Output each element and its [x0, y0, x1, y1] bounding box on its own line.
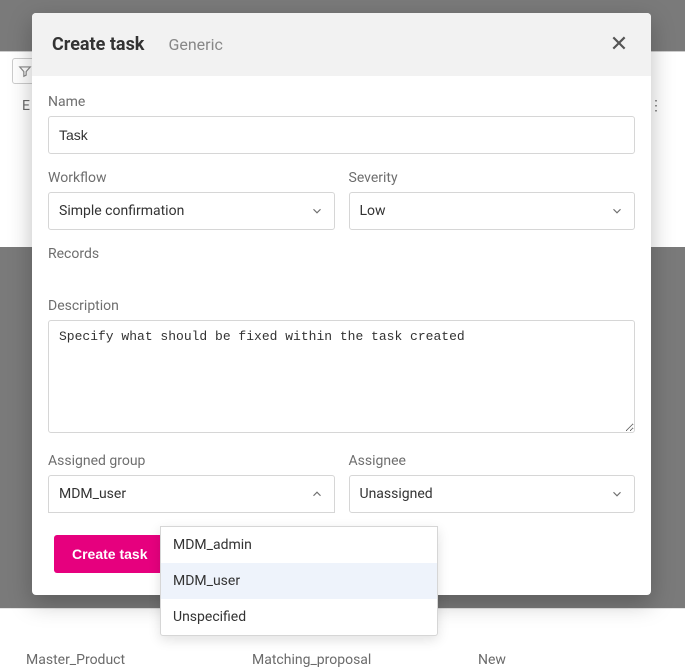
dropdown-option[interactable]: Unspecified: [161, 599, 437, 635]
modal-title: Create task: [52, 34, 144, 55]
workflow-select[interactable]: Simple confirmation: [48, 192, 335, 230]
records-label: Records: [48, 246, 635, 262]
assignee-value: Unassigned: [360, 486, 433, 502]
severity-label: Severity: [349, 170, 636, 186]
name-input[interactable]: [48, 116, 635, 154]
severity-value: Low: [360, 203, 386, 219]
modal-body: Name Workflow Simple confirmation Severi…: [32, 76, 651, 521]
assigned-group-value: MDM_user: [59, 486, 126, 502]
severity-select[interactable]: Low: [349, 192, 636, 230]
workflow-value: Simple confirmation: [59, 203, 184, 219]
bg-text-3: New: [478, 652, 506, 668]
chevron-up-icon: [310, 487, 324, 501]
assigned-group-select[interactable]: MDM_user: [48, 475, 335, 513]
modal-subtitle: Generic: [168, 35, 222, 54]
assignee-select[interactable]: Unassigned: [349, 475, 636, 513]
assigned-group-label: Assigned group: [48, 453, 335, 469]
chevron-down-icon: [310, 204, 324, 218]
assignee-label: Assignee: [349, 453, 636, 469]
close-icon: ✕: [610, 32, 628, 57]
chevron-down-icon: [610, 487, 624, 501]
create-task-modal: Create task Generic ✕ Name Workflow Simp…: [32, 13, 651, 595]
create-task-button[interactable]: Create task: [54, 535, 166, 573]
bg-col-e: E: [22, 98, 30, 114]
dropdown-option[interactable]: MDM_admin: [161, 527, 437, 563]
bg-text-1: Master_Product: [26, 652, 125, 668]
chevron-down-icon: [610, 204, 624, 218]
modal-header: Create task Generic ✕: [32, 13, 651, 76]
name-label: Name: [48, 94, 635, 110]
bg-text-2: Matching_proposal: [252, 652, 371, 668]
assigned-group-dropdown: MDM_admin MDM_user Unspecified: [160, 526, 438, 636]
description-textarea[interactable]: Specify what should be fixed within the …: [48, 320, 635, 433]
workflow-label: Workflow: [48, 170, 335, 186]
description-label: Description: [48, 298, 635, 314]
dropdown-option[interactable]: MDM_user: [161, 563, 437, 599]
bg-menu-dots: ⋮: [649, 98, 663, 114]
close-button[interactable]: ✕: [607, 33, 631, 57]
